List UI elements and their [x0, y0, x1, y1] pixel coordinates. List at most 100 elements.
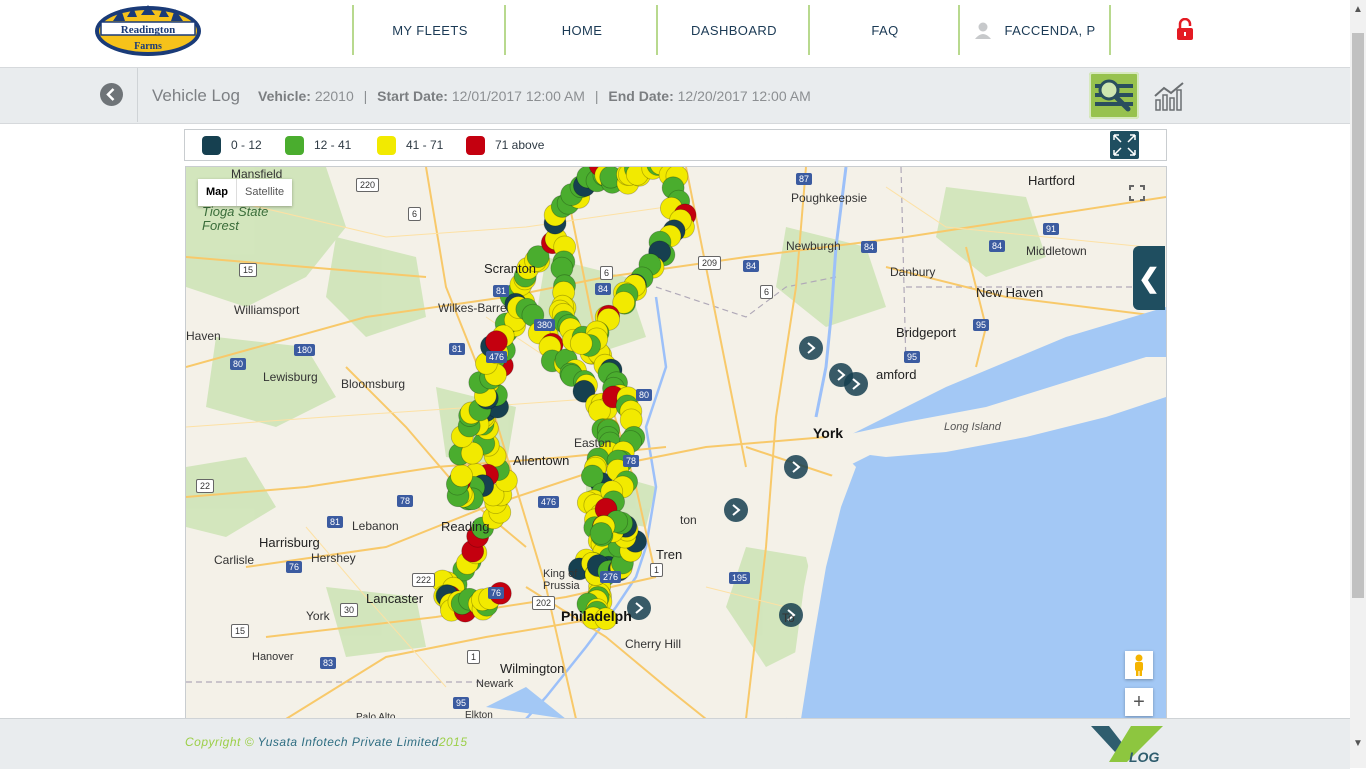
company-name: Yusata Infotech Private Limited	[257, 735, 439, 749]
highway-shield: 76	[488, 587, 505, 599]
speed-legend: 0 - 12 12 - 41 41 - 71 71 above	[184, 129, 1167, 161]
legend-label: 41 - 71	[406, 138, 444, 152]
highway-shield: 220	[356, 178, 380, 192]
nav-user-menu[interactable]: FACCENDA, P	[958, 5, 1110, 55]
map-label: Hanover	[252, 651, 294, 663]
scroll-down-arrow[interactable]: ▼	[1353, 738, 1363, 749]
legend-item: 12 - 41	[285, 135, 351, 155]
highway-shield: 95	[453, 697, 470, 709]
highway-shield: 83	[320, 657, 337, 669]
map-label: New Haven	[976, 285, 1044, 300]
nav-my-fleets[interactable]: MY FLEETS	[352, 5, 506, 55]
legend-item: 71 above	[466, 135, 544, 155]
map-label: Cherry Hill	[625, 637, 682, 651]
map-label: Bloomsburg	[341, 377, 406, 391]
map-type-satellite-button[interactable]: Satellite	[236, 179, 292, 206]
copyright-text: Copyright © Yusata Infotech Private Limi…	[185, 735, 468, 749]
map-label: Bridgeport	[896, 325, 956, 340]
nav-faq-label: FAQ	[871, 22, 899, 38]
map-label: To	[782, 611, 795, 625]
direction-marker[interactable]	[799, 336, 823, 360]
back-button[interactable]	[100, 83, 123, 106]
highway-shield: 95	[904, 351, 921, 363]
svg-text:Farms: Farms	[134, 41, 162, 52]
direction-marker[interactable]	[724, 498, 748, 522]
map-label: Lebanon	[352, 519, 399, 533]
highway-shield: 87	[796, 173, 813, 185]
scroll-up-arrow[interactable]: ▲	[1353, 4, 1363, 15]
highway-shield: 78	[623, 455, 640, 467]
highway-shield: 1	[467, 650, 481, 664]
route-marker[interactable]	[569, 332, 593, 355]
highway-shield: 15	[239, 263, 258, 277]
page-scrollbar[interactable]: ▲ ▼	[1350, 0, 1366, 768]
readington-farms-logo[interactable]: Readington Farms	[93, 5, 203, 57]
vehicle-route-map[interactable]: Mansfield Tioga State Forest Hartford Po…	[185, 166, 1167, 720]
nav-dashboard[interactable]: DASHBOARD	[656, 5, 810, 55]
ylog-logo[interactable]: LOG	[1087, 722, 1167, 766]
map-label: Hershey	[311, 551, 356, 565]
nav-home[interactable]: HOME	[504, 5, 658, 55]
map-label: Middletown	[1026, 244, 1087, 258]
highway-shield: 195	[729, 572, 751, 584]
chevron-left-icon	[106, 88, 115, 101]
highway-shield: 80	[230, 358, 247, 370]
route-marker[interactable]	[589, 522, 613, 545]
search-list-icon	[1095, 79, 1133, 112]
fullscreen-button[interactable]	[1123, 179, 1151, 207]
route-marker[interactable]	[450, 464, 473, 488]
map-label: Lewisburg	[263, 370, 318, 384]
map-label: Wilkes-Barre	[438, 301, 507, 315]
direction-marker[interactable]	[844, 372, 868, 396]
nav-my-fleets-label: MY FLEETS	[392, 22, 468, 38]
highway-shield: 84	[595, 283, 612, 295]
map-label: Philadelph	[561, 608, 632, 624]
search-filter-button[interactable]	[1089, 72, 1139, 119]
highway-shield: 6	[408, 207, 422, 221]
highway-shield: 84	[743, 260, 760, 272]
expand-map-button[interactable]	[1110, 131, 1139, 159]
map-type-map-button[interactable]: Map	[198, 179, 236, 206]
map-label: Newburgh	[786, 239, 841, 253]
copyright-year: 2015	[438, 735, 468, 749]
street-view-pegman[interactable]	[1125, 651, 1153, 679]
vehicle-value: 22010	[314, 88, 354, 104]
map-label: Scranton	[484, 261, 537, 276]
highway-shield: 476	[486, 351, 508, 363]
highway-shield: 202	[532, 596, 556, 610]
map-label: Reading	[441, 519, 490, 534]
svg-text:Readington: Readington	[121, 24, 175, 36]
map-label: Long Island	[944, 421, 1001, 433]
highway-shield: 1	[650, 563, 664, 577]
legend-swatch	[377, 135, 396, 155]
end-date-label: End Date:	[608, 88, 674, 104]
highway-shield: 30	[340, 603, 359, 617]
fullscreen-icon	[1129, 185, 1145, 201]
header-divider	[137, 68, 138, 122]
route-marker[interactable]	[485, 330, 508, 354]
side-panel-toggle[interactable]: ❮	[1133, 246, 1165, 310]
user-avatar-icon	[975, 22, 992, 39]
highway-shield: 78	[397, 495, 414, 507]
separator: |	[363, 88, 368, 104]
map-label: Williamsport	[234, 303, 300, 317]
legend-item: 0 - 12	[202, 135, 262, 155]
lock-icon[interactable]	[1176, 18, 1194, 40]
start-date-value: 12/01/2017 12:00 AM	[451, 88, 585, 104]
map-type-control: Map Satellite	[198, 179, 293, 206]
map-label: Carlisle	[214, 553, 255, 567]
highway-shield: 15	[231, 624, 250, 638]
map-label: York	[813, 425, 844, 441]
highway-shield: 6	[760, 285, 774, 299]
highway-shield: 84	[861, 241, 878, 253]
highway-shield: 22	[196, 479, 215, 493]
analytics-chart-icon[interactable]	[1153, 80, 1187, 112]
legend-swatch	[466, 135, 485, 155]
highway-shield: 81	[493, 285, 510, 297]
legend-item: 41 - 71	[377, 135, 444, 155]
nav-faq[interactable]: FAQ	[808, 5, 960, 55]
zoom-in-button[interactable]: +	[1125, 688, 1153, 716]
direction-marker[interactable]	[784, 455, 808, 479]
scrollbar-thumb[interactable]	[1352, 33, 1364, 598]
map-label: York	[306, 609, 330, 623]
